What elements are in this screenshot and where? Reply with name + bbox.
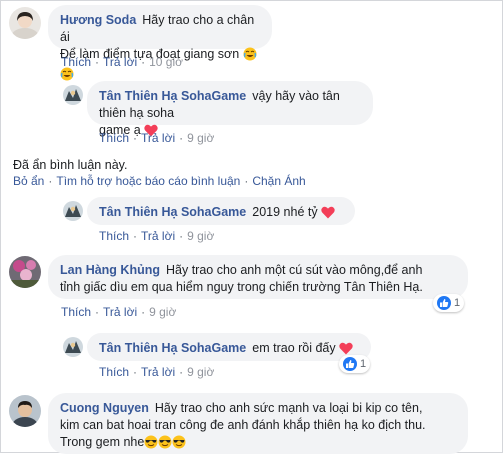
comment-text: kim can bat hoai tran công đe anh đánh k… [60, 418, 426, 432]
comment-bubble: Cuong Nguyen Hãy trao cho anh sức mạnh va… [48, 393, 468, 454]
avatar-huong-soda[interactable] [9, 7, 41, 39]
like-link[interactable]: Thích [99, 229, 129, 243]
comment-text: Hãy trao cho anh sức mạnh va loại bi kip… [154, 401, 423, 415]
like-link[interactable]: Thích [99, 365, 129, 379]
comment-author[interactable]: Tân Thiên Hạ SohaGame [99, 205, 246, 219]
find-support-link[interactable]: Tìm hỗ trợ hoặc báo cáo bình luận [56, 174, 240, 188]
comment-bubble: Hương Soda Hãy trao cho a chân ái Để làm … [48, 5, 272, 81]
reply-actions: Thích · Trả lời · 9 giờ [99, 365, 215, 379]
hidden-comment-links: Bỏ ẩn · Tìm hỗ trợ hoặc báo cáo bình luận ·… [13, 174, 306, 188]
heart-icon [321, 206, 335, 224]
comment-author[interactable]: Lan Hàng Khủng [60, 263, 160, 277]
reply-link[interactable]: Trả lời [103, 305, 137, 319]
reply-actions: Thích · Trả lời · 9 giờ [99, 229, 215, 243]
reply-link[interactable]: Trả lời [103, 55, 137, 69]
comment-text: tỉnh giấc dìu em qua hiểm nguy trong chi… [60, 280, 423, 294]
comment-text: Hãy trao cho anh một cú sút vào mông,để … [166, 263, 423, 277]
smiling-face-with-sunglasses-icon [172, 435, 186, 454]
like-link[interactable]: Thích [99, 131, 129, 145]
like-reaction-icon [343, 357, 357, 371]
reply-bubble: Tân Thiên Hạ SohaGame 2019 nhé tỷ [87, 197, 355, 225]
comment-text: Trong gem nhe [60, 435, 145, 449]
block-user-link[interactable]: Chặn Ánh [252, 174, 305, 188]
reaction-count: 1 [454, 297, 461, 309]
comment-bubble: Lan Hàng Khủng Hãy trao cho anh một cú sú… [48, 255, 468, 299]
reply-link[interactable]: Trả lời [141, 365, 175, 379]
reply-bubble: Tân Thiên Hạ SohaGame vậy hãy vào tân thi… [87, 81, 373, 137]
avatar-tan-thien-ha-sohagame[interactable] [63, 85, 83, 105]
comment-text: 2019 nhé tỷ [252, 205, 318, 219]
reaction-count: 1 [360, 358, 367, 370]
reply-actions: Thích · Trả lời · 9 giờ [99, 131, 215, 145]
unhide-link[interactable]: Bỏ ẩn [13, 174, 44, 188]
avatar-tan-thien-ha-sohagame[interactable] [63, 201, 83, 221]
smiling-face-with-sunglasses-icon [158, 435, 172, 454]
reaction-summary[interactable]: 1 [339, 355, 371, 373]
comments-panel: { "comments": [ { "author": "Hương Soda"… [0, 0, 503, 454]
timestamp[interactable]: 9 giờ [187, 365, 214, 379]
face-with-tears-of-joy-icon [243, 47, 257, 66]
avatar-tan-thien-ha-sohagame[interactable] [63, 337, 83, 357]
comment-author[interactable]: Cuong Nguyen [60, 401, 149, 415]
comment-text: em trao rồi đấy [252, 341, 336, 355]
face-with-tears-of-joy-icon [60, 67, 74, 86]
comment-author[interactable]: Tân Thiên Hạ SohaGame [99, 89, 246, 103]
avatar-cuong-nguyen[interactable] [9, 395, 41, 427]
reply-link[interactable]: Trả lời [141, 131, 175, 145]
hidden-comment-notice: Đã ẩn bình luận này. [13, 158, 128, 172]
comment-author[interactable]: Hương Soda [60, 13, 136, 27]
smiling-face-with-sunglasses-icon [144, 435, 158, 454]
timestamp[interactable]: 10 giờ [149, 55, 183, 69]
reply-bubble: Tân Thiên Hạ SohaGame em trao rồi đấy [87, 333, 371, 361]
reaction-summary[interactable]: 1 [433, 294, 465, 312]
avatar-lan-hang-khung[interactable] [9, 256, 41, 288]
timestamp[interactable]: 9 giờ [187, 229, 214, 243]
comment-author[interactable]: Tân Thiên Hạ SohaGame [99, 341, 246, 355]
timestamp[interactable]: 9 giờ [187, 131, 214, 145]
like-link[interactable]: Thích [61, 305, 91, 319]
comment-actions: Thích · Trả lời · 10 giờ [61, 55, 183, 69]
reply-link[interactable]: Trả lời [141, 229, 175, 243]
like-link[interactable]: Thích [61, 55, 91, 69]
like-reaction-icon [437, 296, 451, 310]
timestamp[interactable]: 9 giờ [149, 305, 176, 319]
comment-actions: Thích · Trả lời · 9 giờ [61, 305, 177, 319]
